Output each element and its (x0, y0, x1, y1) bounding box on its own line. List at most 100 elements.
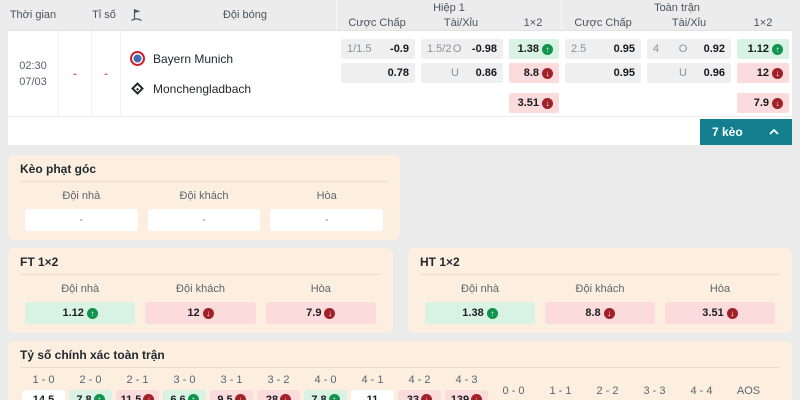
under-label: U (677, 67, 689, 79)
score-odds-cell[interactable]: 14.5 (22, 390, 65, 400)
ft-handicap-cell-2[interactable]: 0.95 (565, 63, 641, 83)
ft-under-cell[interactable]: U 0.96 (647, 63, 731, 83)
score-label: 4 - 1 (349, 373, 396, 387)
ft-home-cell[interactable]: 1.12 ↑ (25, 302, 135, 324)
odds-value: 7.8 (76, 394, 91, 400)
ht-away-cell[interactable]: 8.8 ↓ (545, 302, 655, 324)
score-column: 2 - 07.8↑204↓ (67, 373, 114, 400)
kickoff-time: 02:30 (19, 58, 47, 74)
h1-1x2-away-cell[interactable]: 8.8 ↓ (509, 63, 559, 83)
odds-value: 0.78 (388, 67, 409, 79)
trend-up-icon: ↑ (188, 394, 199, 400)
h1-handicap-cell-1[interactable]: 1/1.5 -0.9 (341, 39, 415, 59)
ft-1x2-draw-cell[interactable]: 7.9 ↓ (737, 93, 789, 113)
home-team-name: Bayern Munich (153, 52, 233, 66)
ht-panel-title: HT 1×2 (420, 255, 780, 275)
ht-home-cell[interactable]: 1.38 ↑ (425, 302, 535, 324)
odds-value: 1.38 (462, 307, 483, 319)
ft-over-cell[interactable]: 4 O 0.92 (647, 39, 731, 59)
score-column: 4 - 3139↓249 (443, 373, 490, 400)
score-label: 1 - 0 (20, 373, 67, 387)
score-label: 2 - 0 (67, 373, 114, 387)
trend-down-icon: ↓ (203, 308, 214, 319)
odds-value: 1.38 (518, 43, 539, 55)
ou-line: 1.5/2 (427, 43, 451, 55)
trend-down-icon: ↓ (324, 308, 335, 319)
ft-1x2-home-cell[interactable]: 1.12 ↑ (737, 39, 789, 59)
score-column: 4 - 233↓249 (396, 373, 443, 400)
header-h1-overunder: Tài/Xỉu (417, 17, 505, 29)
ht-away-column: Đội khách 8.8 ↓ (540, 280, 660, 324)
odds-value: 7.8 (311, 394, 326, 400)
h1-1x2-draw-cell[interactable]: 3.51 ↓ (509, 93, 559, 113)
away-label: Đội khách (540, 283, 660, 295)
odds-value: 1.12 (62, 307, 83, 319)
away-team-row[interactable]: Monchengladbach (129, 81, 338, 97)
home-label: Đội nhà (420, 283, 540, 295)
handicap-line: 2.5 (571, 43, 586, 55)
score-column: 1 - 120↓ (537, 384, 584, 400)
score-odds-cell[interactable]: 33↓ (398, 390, 441, 400)
draw-label: Hòa (265, 190, 388, 202)
corner-away-column: Đội khách - (143, 187, 266, 231)
corner-panel-title: Kèo phạt góc (20, 162, 388, 182)
ft-1x2-column: 1.12 ↑ 12 ↓ 7.9 ↓ (734, 31, 792, 116)
odds-value: 14.5 (33, 394, 54, 400)
score-label: 0 - 0 (490, 384, 537, 398)
score-odds-cell[interactable]: 28↓ (257, 390, 300, 400)
score-column: 3 - 06.6↑249 (161, 373, 208, 400)
trend-up-icon: ↑ (329, 394, 340, 400)
ft-away-cell[interactable]: 12 ↓ (145, 302, 255, 324)
odds-value: 28 (266, 394, 278, 400)
ht-panel-columns: Đội nhà 1.38 ↑ Đội khách 8.8 ↓ Hòa 3.51 … (420, 280, 780, 324)
header-h1-handicap: Cược Chấp (337, 17, 417, 29)
score-odds-cell[interactable]: 11 (351, 390, 394, 400)
h1-under-cell[interactable]: U 0.86 (421, 63, 503, 83)
ft-draw-cell[interactable]: 7.9 ↓ (266, 302, 376, 324)
header-group-fulltime: Toàn trận Cược Chấp Tài/Xỉu 1×2 (561, 0, 792, 30)
h1-overunder-column: 1.5/2 O -0.98 U 0.86 (418, 31, 506, 116)
odds-value: 1.12 (748, 43, 769, 55)
h1-over-cell[interactable]: 1.5/2 O -0.98 (421, 39, 503, 59)
score-odds-cell[interactable]: 7.8↑ (304, 390, 347, 400)
odds-value: -0.9 (390, 43, 409, 55)
home-team-row[interactable]: Bayern Munich (129, 51, 338, 67)
trend-up-icon: ↑ (542, 44, 553, 55)
ht-1x2-panel: HT 1×2 Đội nhà 1.38 ↑ Đội khách 8.8 ↓ Hò… (408, 248, 792, 333)
odds-value: 12 (187, 307, 199, 319)
odds-value: 11.5 (121, 394, 142, 400)
score-odds-cell[interactable]: 9.5↓ (210, 390, 253, 400)
trend-down-icon: ↓ (280, 394, 291, 400)
ft-handicap-cell-1[interactable]: 2.5 0.95 (565, 39, 641, 59)
trend-down-icon: ↓ (542, 98, 553, 109)
corner-panel-columns: Đội nhà - Đội khách - Hòa - (20, 187, 388, 231)
trend-up-icon: ↑ (772, 44, 783, 55)
exact-score-title: Tỷ số chính xác toàn trận (20, 348, 780, 368)
score-odds-cell[interactable]: 139↓ (445, 390, 488, 400)
ft-1x2-panel: FT 1×2 Đội nhà 1.12 ↑ Đội khách 12 ↓ Hòa (8, 248, 393, 333)
ft-home-column: Đội nhà 1.12 ↑ (20, 280, 140, 324)
corner-away-cell[interactable]: - (148, 209, 261, 231)
ou-line: 4 (653, 43, 659, 55)
trend-down-icon: ↓ (727, 308, 738, 319)
ht-draw-cell[interactable]: 3.51 ↓ (665, 302, 775, 324)
corner-draw-cell[interactable]: - (270, 209, 383, 231)
ft-panel-title: FT 1×2 (20, 255, 381, 275)
odds-value: 9.5 (217, 394, 232, 400)
header-fulltime-subcolumns: Cược Chấp Tài/Xỉu 1×2 (562, 15, 792, 30)
away-team-name: Monchengladbach (153, 82, 251, 96)
score-odds-cell[interactable]: 11.5↓ (116, 390, 159, 400)
more-odds-button[interactable]: 7 kèo (700, 119, 792, 145)
score-odds-cell[interactable]: 6.6↑ (163, 390, 206, 400)
score-odds-cell[interactable]: 7.8↑ (69, 390, 112, 400)
h1-1x2-home-cell[interactable]: 1.38 ↑ (509, 39, 559, 59)
over-label: O (677, 43, 689, 55)
teams-column: Bayern Munich Monchengladbach (121, 31, 338, 116)
trend-down-icon: ↓ (772, 68, 783, 79)
corner-home-cell[interactable]: - (25, 209, 138, 231)
trend-down-icon: ↓ (542, 68, 553, 79)
ft-1x2-away-cell[interactable]: 12 ↓ (737, 63, 789, 83)
exact-score-panel: Tỷ số chính xác toàn trận 1 - 014.574↓2 … (8, 341, 792, 400)
h1-handicap-cell-2[interactable]: 0.78 (341, 63, 415, 83)
ft-overunder-column: 4 O 0.92 U 0.96 (644, 31, 734, 116)
